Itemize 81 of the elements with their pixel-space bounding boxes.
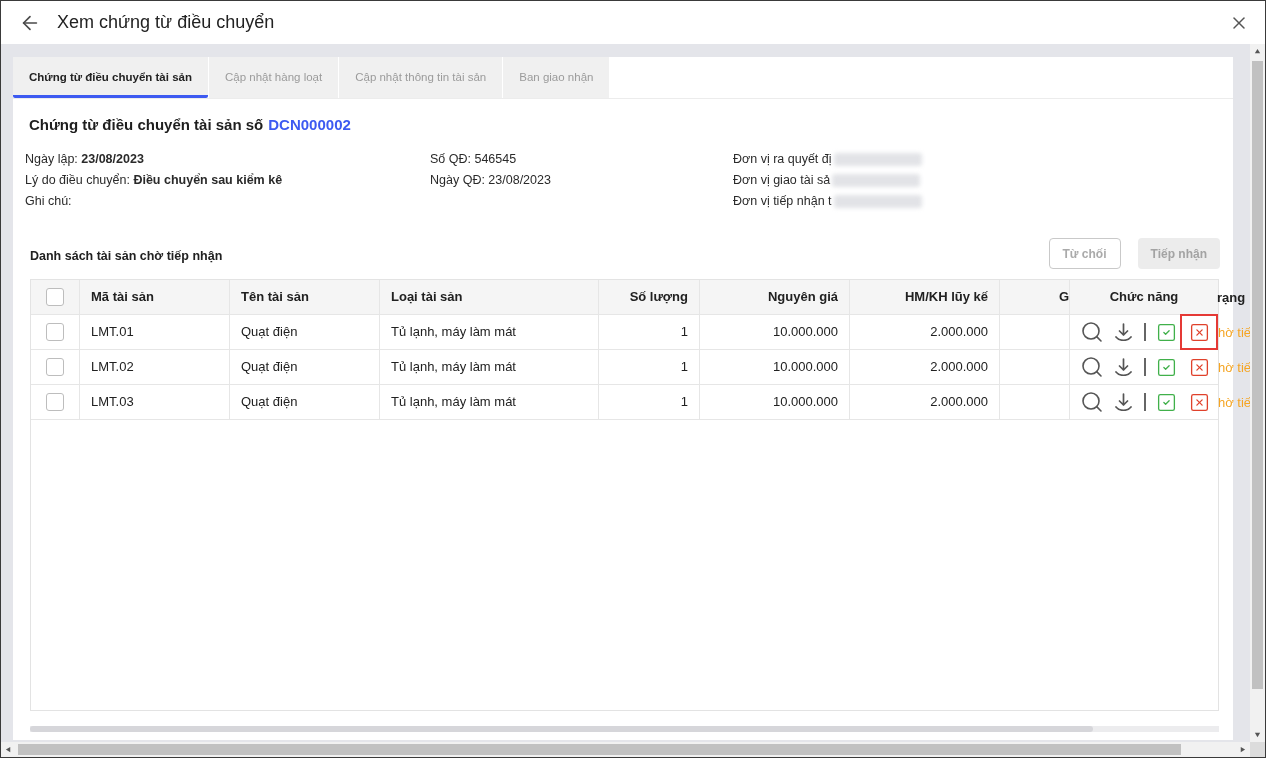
table-cell-text: 2.000.000 (930, 393, 988, 412)
column-header: Nguyên giá (767, 288, 838, 307)
checkbox[interactable] (46, 323, 64, 341)
tab[interactable]: Cập nhật thông tin tài sản (339, 57, 503, 98)
vertical-scrollbar[interactable] (1250, 44, 1265, 742)
table-cell-text: 1 (680, 358, 688, 377)
x-square-icon (1188, 321, 1210, 343)
reject-button[interactable] (1180, 314, 1218, 350)
search-icon (1080, 355, 1104, 379)
column-header: Chức năng (1109, 288, 1179, 307)
view-button[interactable] (1080, 355, 1104, 379)
document-heading: Chứng từ điều chuyển tài sản số (29, 114, 264, 135)
scroll-down-icon[interactable] (1254, 731, 1261, 738)
x-square-icon (1188, 391, 1210, 413)
accept-button[interactable] (1156, 321, 1177, 343)
list-title: Danh sách tài sản chờ tiếp nhận (30, 248, 223, 266)
scrollbar-corner (1250, 742, 1265, 757)
search-icon (1080, 320, 1104, 344)
search-icon (1080, 390, 1104, 414)
view-button[interactable] (1080, 390, 1104, 414)
checkbox[interactable] (46, 288, 64, 306)
tab[interactable]: Cập nhật hàng loạt (209, 57, 339, 98)
table-cell-text: 10.000.000 (772, 393, 838, 412)
scrollbar-thumb[interactable] (18, 744, 1181, 755)
checkbox[interactable] (46, 393, 64, 411)
window-title: Xem chứng từ điều chuyển (57, 11, 275, 34)
status-text: hờ tiế (1218, 393, 1252, 412)
check-square-icon (1156, 356, 1177, 378)
column-header: Số lượng (629, 288, 688, 307)
table-cell-text: 10.000.000 (772, 323, 838, 342)
download-button[interactable] (1115, 358, 1132, 376)
table-cell-text: Tủ lạnh, máy làm mát (391, 393, 516, 412)
accept-button[interactable] (1156, 356, 1177, 378)
x-square-icon (1188, 356, 1210, 378)
table-cell-text: Quạt điện (241, 393, 298, 412)
status-text: hờ tiế (1218, 358, 1252, 377)
table-cell-text: Quạt điện (241, 358, 298, 377)
checkbox[interactable] (46, 358, 64, 376)
download-button[interactable] (1115, 393, 1132, 411)
download-icon (1115, 323, 1132, 341)
scroll-left-icon[interactable] (5, 746, 12, 753)
info-text: Ngày QĐ: 23/08/2023 (430, 172, 551, 190)
column-header: HM/KH lũy kế (904, 288, 988, 307)
column-header: Loại tài sản (391, 288, 463, 307)
table-cell-text: LMT.01 (91, 323, 134, 342)
info-text: Đơn vị ra quyết đị (733, 151, 832, 169)
table-cell-text: 1 (680, 323, 688, 342)
status-text: hờ tiế (1218, 323, 1252, 342)
check-square-icon (1156, 391, 1177, 413)
scrollbar-thumb[interactable] (1252, 61, 1263, 689)
document-number: DCN000002 (268, 114, 351, 135)
info-text: Số QĐ: 546545 (430, 151, 517, 169)
download-icon (1115, 358, 1132, 376)
scroll-right-icon[interactable] (1239, 746, 1246, 753)
table-cell-text: 1 (680, 393, 688, 412)
table-cell-text: LMT.02 (91, 358, 134, 377)
column-header: G (1058, 288, 1069, 307)
table-cell-text: 2.000.000 (930, 323, 988, 342)
column-header: rạng (1217, 288, 1246, 307)
column-header: Mã tài sản (91, 288, 154, 307)
check-square-icon (1156, 321, 1177, 343)
table-cell-text: Quạt điện (241, 323, 298, 342)
table-cell-text: 2.000.000 (930, 358, 988, 377)
accept-button[interactable] (1156, 391, 1177, 413)
tab[interactable]: Ban giao nhận (503, 57, 610, 98)
view-button[interactable] (1080, 320, 1104, 344)
table-cell-text: Tủ lạnh, máy làm mát (391, 323, 516, 342)
table-cell-text: LMT.03 (91, 393, 134, 412)
info-text: Lý do điều chuyển: Điều chuyển sau kiểm kê (25, 172, 283, 190)
info-text: Ngày lập: 23/08/2023 (25, 151, 144, 169)
info-text: Ghi chú: (25, 193, 72, 211)
download-button[interactable] (1115, 323, 1132, 341)
horizontal-scrollbar[interactable] (1, 742, 1250, 757)
table-cell-text: 10.000.000 (772, 358, 838, 377)
info-text: Đơn vị giao tài sả (733, 172, 831, 190)
info-text: Đơn vị tiếp nhận t (733, 193, 832, 211)
table-cell-text: Tủ lạnh, máy làm mát (391, 358, 516, 377)
tab[interactable]: Chứng từ điều chuyển tài sản (13, 57, 208, 98)
column-header: Tên tài sản (241, 288, 309, 307)
scroll-up-icon[interactable] (1254, 48, 1261, 55)
download-icon (1115, 393, 1132, 411)
